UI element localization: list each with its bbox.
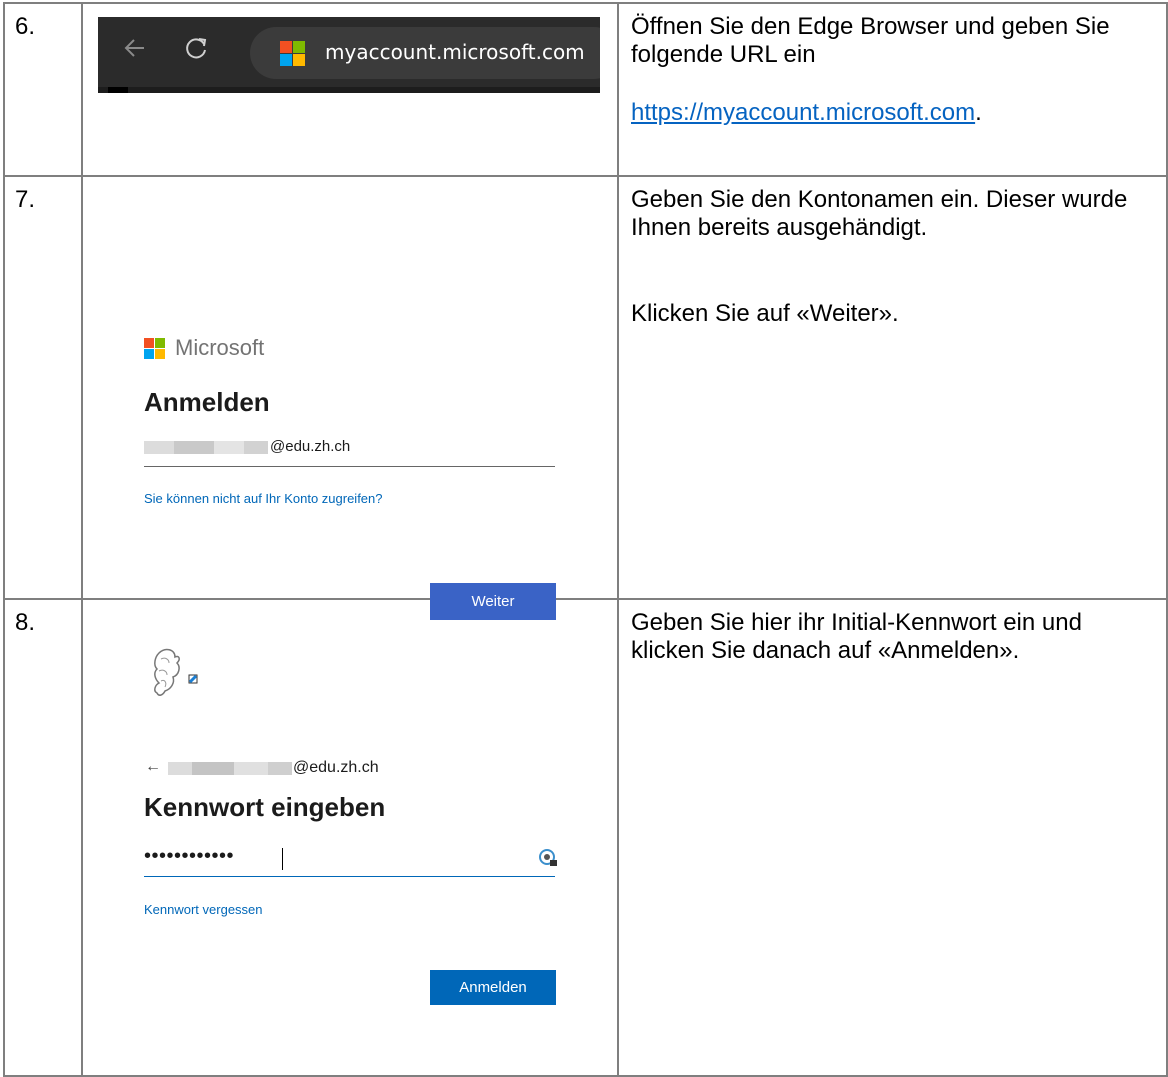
zurich-crest-icon <box>154 648 198 696</box>
password-screen: ← @edu.zh.ch Kennwort eingeben •••••••••… <box>83 600 603 1075</box>
email-suffix: @edu.zh.ch <box>293 759 379 776</box>
microsoft-logo-icon <box>144 338 166 360</box>
input-underline <box>144 466 555 467</box>
back-arrow-icon[interactable] <box>122 35 148 61</box>
email-suffix: @edu.zh.ch <box>270 438 351 455</box>
text-caret <box>282 848 283 870</box>
instruction-text: Öffnen Sie den Edge Browser und geben Si… <box>631 13 1110 68</box>
instruction-text: Klicken Sie auf «Weiter». <box>631 300 899 327</box>
instruction-cell: Geben Sie hier ihr Initial-Kennwort ein … <box>617 598 1168 1077</box>
instruction-cell: Öffnen Sie den Edge Browser und geben Si… <box>617 2 1168 177</box>
instruction-link-paragraph: https://myaccount.microsoft.com. <box>631 99 1156 127</box>
cant-access-account-link[interactable]: Sie können nicht auf Ihr Konto zugreifen… <box>144 491 383 506</box>
url-text: myaccount.microsoft.com <box>325 40 585 64</box>
link-suffix: . <box>975 99 982 126</box>
instruction-text: Geben Sie hier ihr Initial-Kennwort ein … <box>631 609 1082 664</box>
screenshot-cell: myaccount.microsoft.com <box>81 2 619 177</box>
instruction-cell: Geben Sie den Kontonamen ein. Dieser wur… <box>617 175 1168 600</box>
microsoft-signin-screen: Microsoft Anmelden @edu.zh.ch Sie können… <box>83 177 603 620</box>
instructions-table: 6. myaccount.microsoft.com Öffnen Sie de… <box>3 2 1168 1077</box>
step-number: 7. <box>3 175 83 600</box>
anmelden-button[interactable]: Anmelden <box>430 970 556 1005</box>
screenshot-cell: Microsoft Anmelden @edu.zh.ch Sie können… <box>81 175 619 620</box>
step-row-6: 6. myaccount.microsoft.com Öffnen Sie de… <box>3 2 1168 177</box>
instruction-text: Geben Sie den Kontonamen ein. Dieser wur… <box>631 186 1128 241</box>
tab-indicator <box>108 87 128 93</box>
signin-title: Anmelden <box>144 387 270 417</box>
microsoft-brand-text: Microsoft <box>175 335 265 360</box>
address-bar[interactable]: myaccount.microsoft.com <box>250 27 600 79</box>
tab-strip <box>98 87 600 93</box>
step-number: 8. <box>3 598 83 1077</box>
edge-browser-toolbar: myaccount.microsoft.com <box>98 17 600 93</box>
step-number: 6. <box>3 2 83 177</box>
forgot-password-link[interactable]: Kennwort vergessen <box>144 902 263 917</box>
refresh-icon[interactable] <box>184 35 210 61</box>
microsoft-logo-icon <box>280 41 305 66</box>
password-title: Kennwort eingeben <box>144 792 386 822</box>
myaccount-link[interactable]: https://myaccount.microsoft.com <box>631 99 975 126</box>
password-reveal-icon[interactable] <box>538 848 558 868</box>
input-underline <box>144 876 555 877</box>
step-row-7: 7. Microsoft Anmelden @edu.zh.ch Sie kön… <box>3 175 1168 620</box>
back-arrow-icon[interactable]: ← <box>145 758 161 776</box>
screenshot-cell: ← @edu.zh.ch Kennwort eingeben •••••••••… <box>81 598 619 1077</box>
step-row-8: 8. ← @edu.zh.ch Kennwort eingeben ••••••… <box>3 598 1168 1077</box>
masked-password: •••••••••••• <box>144 845 235 867</box>
